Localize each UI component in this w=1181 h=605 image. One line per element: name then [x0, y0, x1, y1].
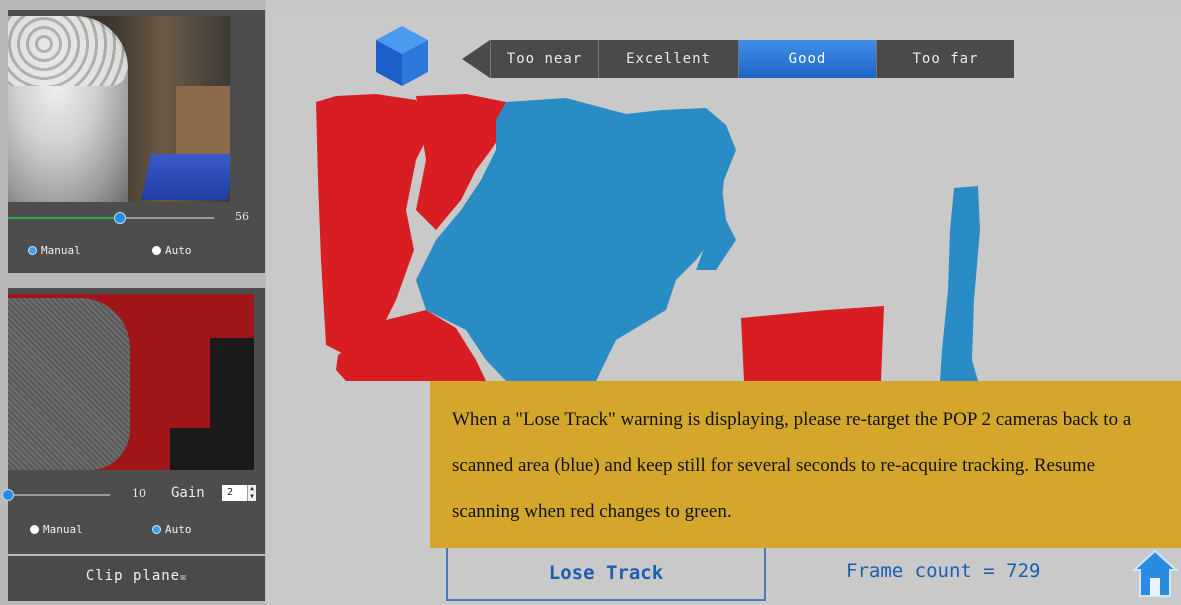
gain-label: Gain	[171, 485, 205, 501]
point-cloud-red-right	[741, 306, 884, 381]
distance-too-near: Too near	[490, 40, 598, 78]
depth-manual-radio[interactable]: Manual	[30, 523, 83, 536]
scan-viewport[interactable]: Too near Excellent Good Too far When a "…	[266, 10, 1181, 605]
depth-slider-knob[interactable]	[2, 489, 14, 501]
camera-auto-radio[interactable]: Auto	[152, 244, 192, 257]
gain-stepper[interactable]: 2 ▲ ▼	[222, 485, 256, 501]
radio-unselected-icon	[30, 525, 39, 534]
left-panel: 56 Manual Auto 10 Gain 2 ▲ ▼ Manual Auto…	[0, 0, 266, 605]
exposure-slider[interactable]	[8, 212, 214, 224]
clip-plane-panel: Clip plane☒	[8, 556, 265, 601]
checkbox-icon[interactable]: ☒	[180, 572, 187, 583]
depth-shadow-2	[170, 428, 254, 470]
radio-selected-icon	[28, 246, 37, 255]
depth-slider[interactable]	[2, 489, 110, 501]
depth-preview-panel: 10 Gain 2 ▲ ▼ Manual Auto	[2, 288, 265, 554]
distance-good: Good	[738, 40, 876, 78]
clip-plane-label: Clip plane	[85, 568, 181, 584]
gain-value: 2	[227, 487, 234, 498]
camera-auto-label: Auto	[165, 244, 192, 257]
distance-indicator: Too near Excellent Good Too far	[462, 40, 1052, 78]
stepper-arrows-icon[interactable]: ▲ ▼	[247, 485, 256, 501]
camera-preview-panel: 56 Manual Auto	[8, 10, 265, 273]
exposure-slider-fill	[8, 217, 121, 219]
exposure-value: 56	[235, 210, 249, 223]
camera-manual-label: Manual	[41, 244, 81, 257]
exposure-slider-knob[interactable]	[114, 212, 126, 224]
depth-auto-label: Auto	[165, 523, 192, 536]
radio-unselected-icon	[152, 246, 161, 255]
frame-count: Frame count = 729	[846, 560, 1041, 582]
depth-auto-radio[interactable]: Auto	[152, 523, 192, 536]
lose-track-tip: When a "Lose Track" warning is displayin…	[430, 381, 1181, 548]
distance-too-far: Too far	[876, 40, 1014, 78]
depth-preview-image	[8, 294, 254, 470]
home-icon[interactable]	[1132, 548, 1178, 598]
bust-hair	[8, 16, 128, 86]
camera-manual-radio[interactable]: Manual	[28, 244, 81, 257]
radio-selected-icon	[152, 525, 161, 534]
camera-preview-image	[8, 16, 230, 202]
clip-plane-toggle[interactable]: Clip plane☒	[8, 568, 265, 584]
depth-manual-label: Manual	[43, 523, 83, 536]
depth-value: 10	[132, 487, 146, 500]
distance-arrow-icon	[462, 40, 490, 78]
point-cloud-blue-pillar	[940, 186, 980, 381]
cube-icon[interactable]	[374, 24, 430, 88]
distance-excellent: Excellent	[598, 40, 738, 78]
background-tray	[141, 154, 230, 200]
depth-bust	[8, 298, 130, 470]
lose-track-warning: Lose Track	[446, 548, 766, 601]
